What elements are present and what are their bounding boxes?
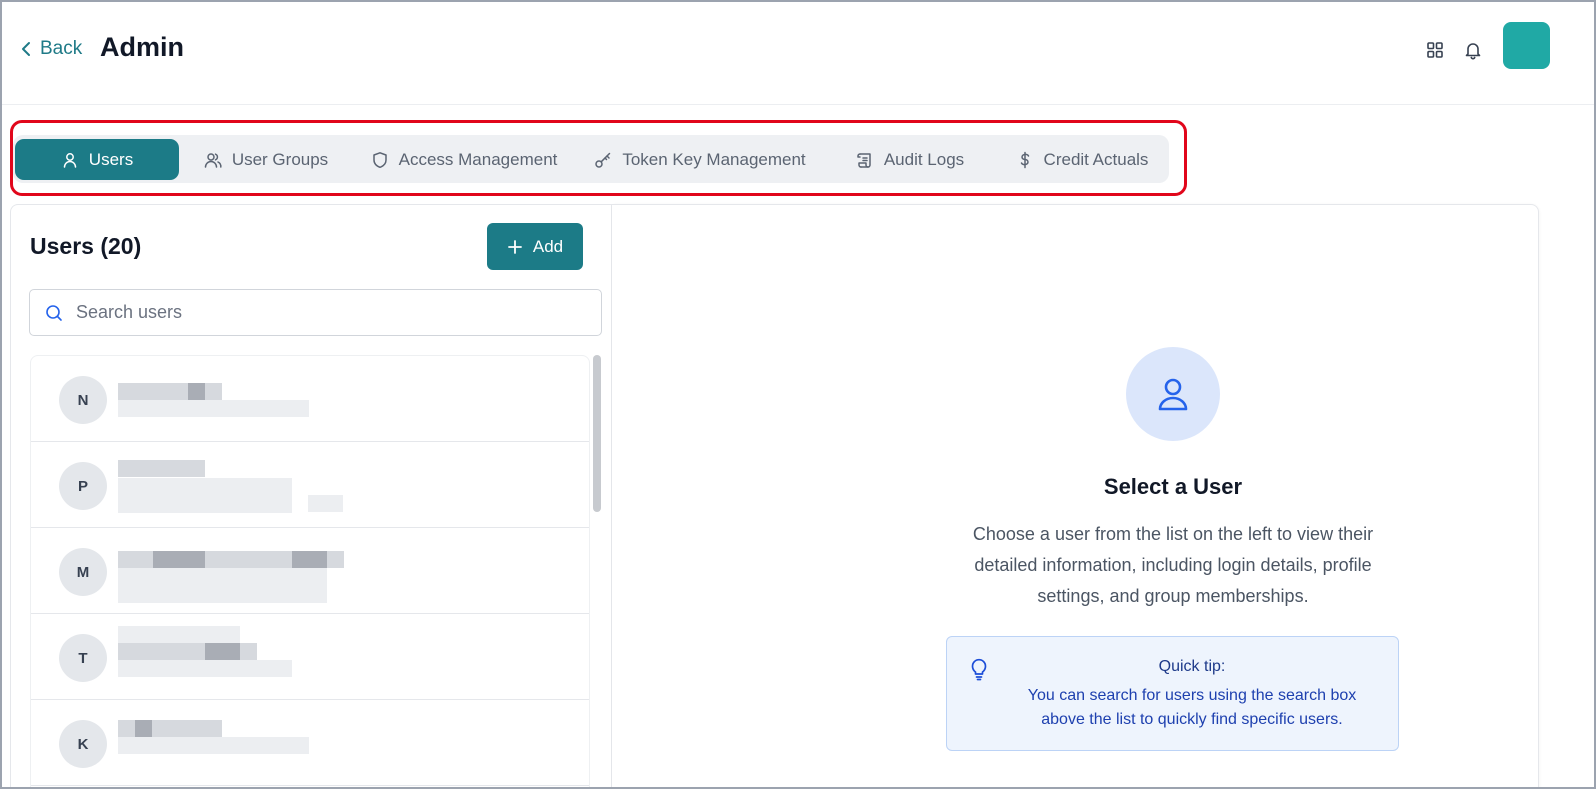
redacted-name <box>118 460 205 477</box>
users-list: N P M T K <box>30 355 590 789</box>
tab-audit-logs-label: Audit Logs <box>883 149 965 169</box>
search-icon <box>46 304 62 321</box>
apps-grid-button[interactable] <box>1423 38 1447 62</box>
profile-avatar-button[interactable] <box>1503 22 1550 69</box>
empty-state-illustration <box>1126 347 1220 441</box>
empty-state-description: Choose a user from the list on the left … <box>972 524 1374 606</box>
user-avatar: K <box>59 720 107 768</box>
tab-users-label: Users <box>88 149 134 169</box>
scroll-icon <box>857 152 871 168</box>
user-avatar: M <box>59 548 107 596</box>
grid-icon <box>1427 42 1443 58</box>
redacted-email <box>118 478 292 513</box>
scrollbar-thumb[interactable] <box>593 355 601 512</box>
redacted-email <box>118 737 309 754</box>
bell-icon <box>1465 43 1481 60</box>
user-list-item[interactable]: N <box>31 356 589 442</box>
user-list-item[interactable]: M <box>31 528 589 614</box>
quick-tip-box: Quick tip: You can search for users usin… <box>946 636 1399 751</box>
quick-tip-text: You can search for users using the searc… <box>1027 687 1357 728</box>
tab-user-groups-label: User Groups <box>231 149 329 169</box>
back-button[interactable]: Back <box>18 38 82 60</box>
user-list-item[interactable]: K <box>31 700 589 786</box>
search-box <box>29 289 602 336</box>
user-avatar: T <box>59 634 107 682</box>
redacted-email-part <box>118 660 292 677</box>
tab-access-management[interactable]: Access Management <box>357 139 571 180</box>
tab-token-key-management-label: Token Key Management <box>622 149 806 169</box>
tab-audit-logs[interactable]: Audit Logs <box>840 139 980 180</box>
tab-user-groups[interactable]: User Groups <box>190 139 342 180</box>
chevron-left-icon <box>22 42 30 56</box>
back-label: Back <box>40 38 83 59</box>
users-icon <box>204 152 222 168</box>
key-icon <box>595 152 611 168</box>
redacted-email-part <box>308 495 343 512</box>
tab-users[interactable]: Users <box>15 139 179 180</box>
add-user-button[interactable]: Add <box>487 223 583 270</box>
tab-credit-actuals-label: Credit Actuals <box>1043 149 1149 169</box>
user-list-item[interactable]: T <box>31 614 589 700</box>
user-list-item[interactable]: P <box>31 442 589 528</box>
notifications-button[interactable] <box>1461 38 1485 62</box>
empty-state-title: Select a User <box>1103 474 1243 499</box>
redacted-name-part <box>292 551 327 568</box>
search-input[interactable] <box>76 302 556 323</box>
redacted-email <box>118 568 327 603</box>
redacted-name-part <box>153 551 205 568</box>
tab-access-management-label: Access Management <box>398 149 558 169</box>
quick-tip-title: Quick tip: <box>1158 658 1226 675</box>
redacted-email <box>118 400 309 417</box>
tab-token-key-management[interactable]: Token Key Management <box>582 139 818 180</box>
users-count-title: Users (20) <box>30 233 142 259</box>
plus-icon <box>507 239 522 254</box>
user-icon <box>63 152 77 168</box>
page-title: Admin <box>100 32 184 62</box>
user-avatar: N <box>59 376 107 424</box>
redacted-name <box>118 720 222 737</box>
shield-icon <box>372 151 387 168</box>
tab-credit-actuals[interactable]: Credit Actuals <box>1002 139 1162 180</box>
redacted-name-part <box>135 720 152 737</box>
redacted-email-part <box>205 643 240 660</box>
page-header: Back Admin <box>2 2 1594 105</box>
redacted-name-part <box>188 383 205 400</box>
add-button-label: Add <box>532 236 564 256</box>
dollar-icon <box>1020 151 1029 168</box>
user-avatar: P <box>59 462 107 510</box>
redacted-name <box>118 383 222 400</box>
user-icon <box>1158 378 1188 411</box>
redacted-name <box>118 626 240 643</box>
